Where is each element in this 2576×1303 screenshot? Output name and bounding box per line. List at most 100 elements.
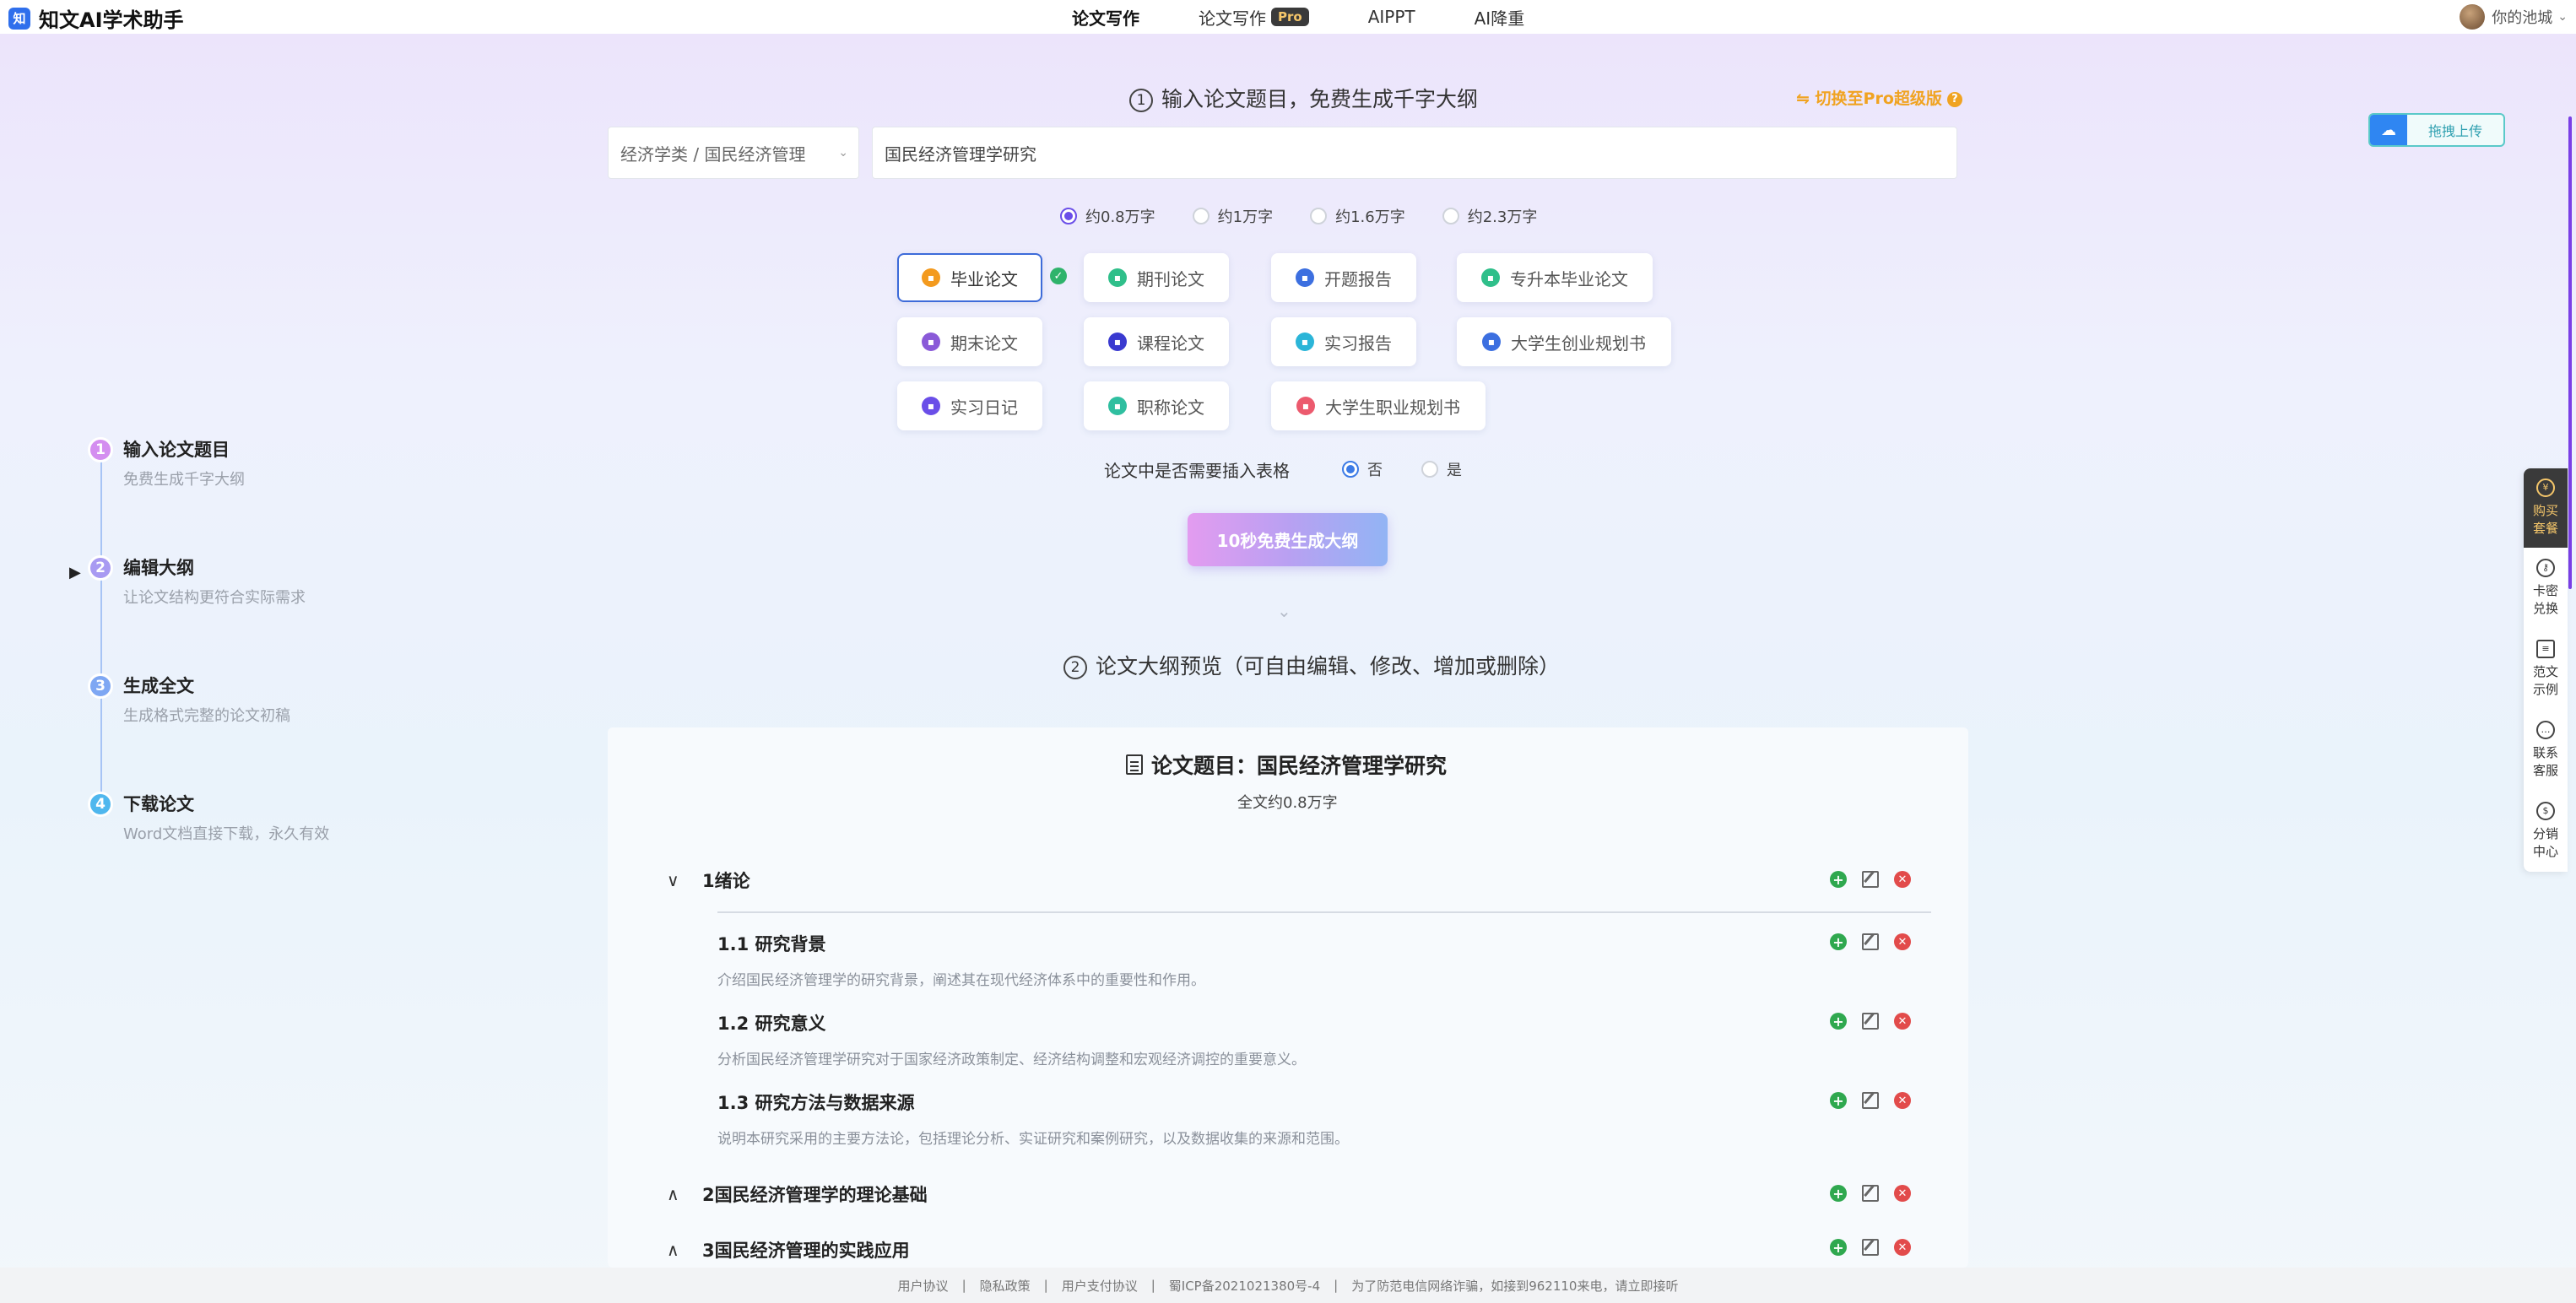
step-2[interactable]: 2 编辑大纲 让论文结构更符合实际需求 [88, 555, 306, 608]
section-1-2-actions: + ✕ [1830, 1013, 1926, 1030]
length-option-0.8w[interactable]: 约0.8万字 [1060, 205, 1155, 227]
upload-label: 拖拽上传 [2427, 123, 2482, 139]
right-sidebar: ¥ 购买套餐 ⚷ 卡密兑换 ≡ 范文示例 … 联系客服 $ 分销中心 [2524, 468, 2568, 872]
delete-icon[interactable]: ✕ [1894, 1013, 1911, 1030]
type-card-upgrade-graduation[interactable]: ▪ 专升本毕业论文 [1457, 253, 1653, 302]
section-1-2[interactable]: 1.2 研究意义 分析国民经济管理学研究对于国家经济政策制定、经济结构调整和宏观… [717, 1010, 1306, 1068]
chapter-3[interactable]: ∧ 3国民经济管理的实践应用 [667, 1237, 910, 1262]
edit-icon[interactable] [1862, 1185, 1879, 1202]
logo-icon: 知 [8, 7, 30, 30]
pro-switch-link[interactable]: ⇋ 切换至Pro超级版? [1796, 86, 1962, 109]
step1-heading: 1 输入论文题目，免费生成千字大纲 [1129, 83, 1478, 113]
help-icon[interactable]: ? [1946, 91, 1962, 107]
delete-icon[interactable]: ✕ [1894, 871, 1911, 888]
document-icon: ≡ [2536, 640, 2555, 658]
type-card-startup-plan[interactable]: ▪ 大学生创业规划书 [1457, 317, 1671, 366]
paper-icon: ▪ [1108, 333, 1127, 351]
delete-icon[interactable]: ✕ [1894, 1239, 1911, 1256]
delete-icon[interactable]: ✕ [1894, 933, 1911, 950]
brand-logo[interactable]: 知 知文AI学术助手 [8, 3, 184, 33]
nav-ai-rewrite[interactable]: AI降重 [1475, 5, 1525, 30]
section-1-3[interactable]: 1.3 研究方法与数据来源 说明本研究采用的主要方法论，包括理论分析、实证研究和… [717, 1089, 1349, 1148]
add-icon[interactable]: + [1830, 871, 1847, 888]
type-card-career-plan[interactable]: ▪ 大学生职业规划书 [1271, 381, 1486, 430]
section-1-1[interactable]: 1.1 研究背景 介绍国民经济管理学的研究背景，阐述其在现代经济体系中的重要性和… [717, 931, 1205, 989]
type-card-graduation[interactable]: ▪ 毕业论文 [897, 253, 1042, 302]
step-desc: 免费生成千字大纲 [123, 471, 245, 489]
sidebar-item-buy[interactable]: ¥ 购买套餐 [2524, 468, 2568, 548]
footer-icp[interactable]: 蜀ICP备2021021380号-4 [1169, 1277, 1320, 1295]
length-option-2.3w[interactable]: 约2.3万字 [1442, 205, 1537, 227]
step-3[interactable]: 3 生成全文 生成格式完整的论文初稿 [88, 673, 290, 726]
add-icon[interactable]: + [1830, 1185, 1847, 1202]
user-menu[interactable]: 你的池城 ⌄ [2460, 0, 2568, 34]
delete-icon[interactable]: ✕ [1894, 1092, 1911, 1109]
chat-icon: … [2536, 721, 2555, 739]
edit-icon[interactable] [1862, 871, 1879, 888]
drag-upload-button[interactable]: ☁ 拖拽上传 [2368, 113, 2505, 147]
topic-input[interactable] [872, 127, 1957, 179]
footer-link-payment-agreement[interactable]: 用户支付协议 [1062, 1277, 1138, 1295]
type-card-internship-diary[interactable]: ▪ 实习日记 [897, 381, 1042, 430]
step-4[interactable]: 4 下载论文 Word文档直接下载，永久有效 [88, 792, 329, 844]
add-icon[interactable]: + [1830, 1013, 1847, 1030]
section-desc: 介绍国民经济管理学的研究背景，阐述其在现代经济体系中的重要性和作用。 [717, 972, 1205, 989]
generate-outline-button[interactable]: 10秒免费生成大纲 [1188, 513, 1388, 566]
scrollbar[interactable] [2568, 116, 2572, 589]
nav-paper-writing-pro[interactable]: 论文写作 Pro [1199, 5, 1309, 30]
step-desc: 让论文结构更符合实际需求 [123, 589, 306, 607]
radio-icon [1192, 208, 1210, 224]
edit-icon[interactable] [1862, 1092, 1879, 1109]
paper-icon: ▪ [1108, 397, 1127, 415]
paper-icon: ▪ [1296, 333, 1314, 351]
add-icon[interactable]: + [1830, 1239, 1847, 1256]
length-option-1.6w[interactable]: 约1.6万字 [1310, 205, 1405, 227]
edit-icon[interactable] [1862, 933, 1879, 950]
step-1[interactable]: 1 输入论文题目 免费生成千字大纲 [88, 437, 245, 489]
type-card-internship-report[interactable]: ▪ 实习报告 [1271, 317, 1416, 366]
section-title: 1.2 研究意义 [717, 1014, 826, 1034]
nav-paper-writing[interactable]: 论文写作 [1072, 5, 1139, 30]
nav-aippt[interactable]: AIPPT [1368, 7, 1415, 27]
add-icon[interactable]: + [1830, 1092, 1847, 1109]
chevron-down-icon: ⌄ [2557, 10, 2568, 24]
sidebar-item-redeem[interactable]: ⚷ 卡密兑换 [2524, 548, 2568, 629]
user-name: 你的池城 [2492, 9, 2553, 27]
type-card-title-paper[interactable]: ▪ 职称论文 [1084, 381, 1229, 430]
edit-icon[interactable] [1862, 1013, 1879, 1030]
radio-icon [1342, 461, 1359, 478]
steps-connector [100, 456, 102, 810]
add-icon[interactable]: + [1830, 933, 1847, 950]
sidebar-item-support[interactable]: … 联系客服 [2524, 710, 2568, 791]
chapter-title: 2国民经济管理学的理论基础 [702, 1185, 928, 1205]
type-card-final-term[interactable]: ▪ 期末论文 [897, 317, 1042, 366]
length-option-1w[interactable]: 约1万字 [1192, 205, 1273, 227]
sidebar-item-samples[interactable]: ≡ 范文示例 [2524, 629, 2568, 710]
section-title: 1.1 研究背景 [717, 934, 826, 954]
sidebar-item-distribution[interactable]: $ 分销中心 [2524, 791, 2568, 872]
double-chevron-down-icon: ⌄ [1277, 601, 1291, 621]
table-option-no[interactable]: 否 [1342, 458, 1383, 480]
subject-select[interactable]: 经济学类 / 国民经济管理 ⌄ [608, 127, 859, 179]
footer-link-privacy[interactable]: 隐私政策 [980, 1277, 1031, 1295]
edit-icon[interactable] [1862, 1239, 1879, 1256]
radio-icon [1060, 208, 1077, 224]
footer-link-user-agreement[interactable]: 用户协议 [898, 1277, 949, 1295]
chapter-1[interactable]: ∨ 1绪论 [667, 868, 750, 893]
upload-cloud-icon: ☁ [2370, 115, 2407, 145]
type-card-course[interactable]: ▪ 课程论文 [1084, 317, 1229, 366]
outline-doc-title: 论文题目：国民经济管理学研究 [1126, 749, 1447, 780]
type-card-journal[interactable]: ▪ 期刊论文 [1084, 253, 1229, 302]
chevron-up-icon[interactable]: ∧ [667, 1184, 687, 1204]
delete-icon[interactable]: ✕ [1894, 1185, 1911, 1202]
type-card-proposal[interactable]: ▪ 开题报告 [1271, 253, 1416, 302]
section-desc: 分析国民经济管理学研究对于国家经济政策制定、经济结构调整和宏观经济调控的重要意义… [717, 1052, 1306, 1068]
chapter-title: 1绪论 [702, 871, 750, 891]
chapter-2[interactable]: ∧ 2国民经济管理学的理论基础 [667, 1181, 928, 1207]
footer-separator: | [1334, 1278, 1339, 1293]
chevron-up-icon[interactable]: ∧ [667, 1240, 687, 1260]
chevron-down-icon[interactable]: ∨ [667, 870, 687, 890]
chapter-divider [717, 911, 1931, 913]
table-option-yes[interactable]: 是 [1421, 458, 1462, 480]
step-number: 1 [88, 437, 113, 462]
